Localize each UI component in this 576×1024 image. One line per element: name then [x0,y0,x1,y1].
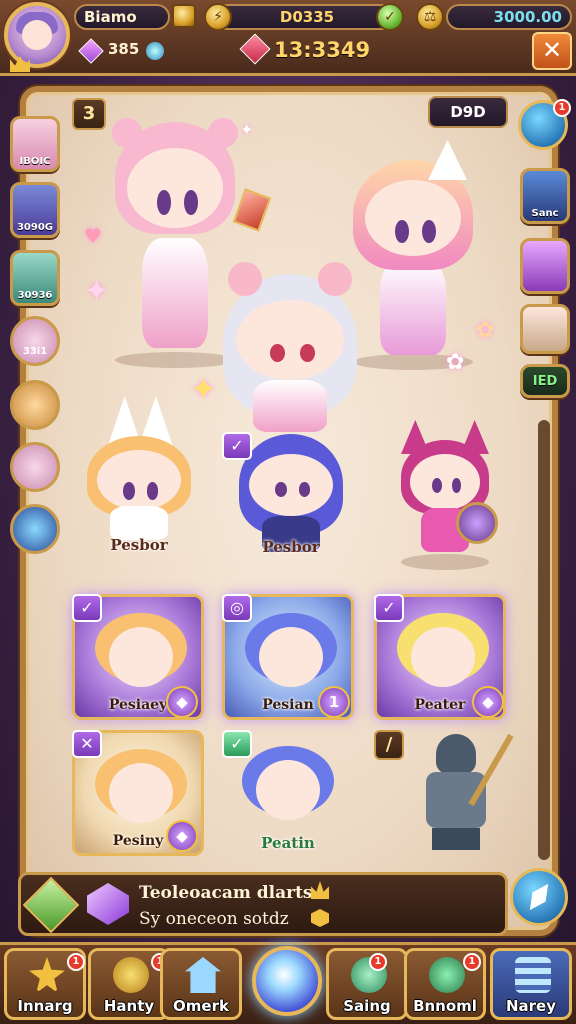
right-tab-ied-label: IED [532,374,558,389]
sparkle-icon: ✦ [84,274,110,309]
nav-narey[interactable]: Narey [490,948,572,1020]
player-avatar[interactable] [4,2,70,72]
star-icon [29,957,65,993]
character-name: Pesbor [262,538,320,556]
right-tab-3[interactable] [520,304,570,354]
crown-icon [10,56,30,72]
nav-label: Narey [505,997,557,1015]
nav-notif-badge: 1 [67,953,85,971]
card-rank-tag: ✓ [72,594,102,622]
nav-bnnoml[interactable]: 1 Bnnoml [404,948,486,1020]
card-rank-tag: ✕ [72,730,102,758]
nav-label: Innarg [17,997,73,1015]
nav-label: Saing [343,997,391,1015]
summon-orb-button[interactable] [252,946,322,1016]
side-tab-5[interactable] [10,380,60,430]
gold-amount: D0335 [279,8,335,26]
scale-icon[interactable]: ⚖ [416,3,444,31]
nav-hanty[interactable]: 1 Hanty [88,948,170,1020]
gold-counter: D0335 [214,4,400,30]
close-button[interactable]: ✕ [532,32,572,70]
chest-icon [172,4,196,28]
side-tab-2-label: 3090G [16,222,54,233]
player-name-plate: Biamo [74,4,170,30]
nav-label: Omerk [173,997,229,1015]
side-tab-4-label: 33i1 [22,346,48,357]
compass-button[interactable] [510,868,568,926]
nav-omerk[interactable]: Omerk [160,948,242,1020]
card-rank-tag: ◎ [222,594,252,622]
collection-counter: D9D [428,96,508,128]
shield-icon [456,502,498,544]
character-silver-hair[interactable] [206,252,374,432]
menu-icon [515,957,551,993]
map-icon [429,957,465,993]
add-gold-button[interactable]: ✓ [376,3,404,31]
nav-innarg[interactable]: 1 Innarg [4,948,86,1020]
nav-label: Hanty [103,997,155,1015]
lightning-coin-icon: ⚡ [204,3,232,31]
side-tab-1[interactable]: IBOIC [10,116,60,172]
sparkle-icon: ✿ [446,350,465,375]
side-tab-7[interactable] [10,504,60,554]
purple-crystal-icon [87,883,129,925]
right-tab-2[interactable] [520,238,570,294]
ruby-icon [239,33,271,65]
compass-icon [523,879,554,914]
card-rank-tag: / [374,730,404,760]
card-level-orb: ◆ [472,686,504,718]
info-line-2: Sy oneceon sotdz [139,909,289,929]
right-tab-ied[interactable]: IED [520,364,570,398]
gem-icon [78,38,104,64]
side-tab-6[interactable] [10,442,60,492]
mail-notif-badge: 1 [553,99,571,117]
nav-label: Bnnoml [413,997,477,1015]
coin-icon [113,957,149,993]
player-name: Biamo [84,8,137,26]
character-card-6-knight[interactable] [396,724,516,854]
side-tab-2[interactable]: 3090G [10,182,60,238]
gem-count: 385 [108,40,140,58]
side-tab-3[interactable]: 30936 [10,250,60,306]
scrollbar[interactable] [538,420,550,860]
side-tab-3-label: 30936 [17,290,53,301]
card-rank-tag: ✓ [222,730,252,758]
house-icon [185,957,221,993]
info-line-1: Teoleoacam dlarts [139,883,313,903]
info-bar: Teoleoacam dlarts Sy oneceon sotdz [18,872,508,936]
check-tag: ✓ [222,432,252,460]
crown-icon [311,881,329,899]
character-orange-bunny[interactable]: Pesbor [74,396,204,572]
sparkle-icon: ✦ [240,120,254,139]
mail-button[interactable]: 1 [518,99,571,150]
premium-counter: 3000.00 [446,4,572,30]
nav-saing[interactable]: 1 Saing [326,948,408,1020]
sparkle-icon: ✿ [476,318,495,343]
timer-text: 13:3349 [274,38,371,62]
sparkle-icon: ✦ [190,370,217,408]
right-tab-sanc-label: Sanc [531,208,559,219]
green-gem-icon [22,876,80,934]
top-bar: Biamo 385 D0335 ⚡ ✓ 13:3349 ⚖ 3000.00 ✕ [0,0,576,76]
card-rank-tag: ✓ [374,594,404,622]
card-level-orb: ◆ [166,820,198,852]
card-level-orb: ◆ [166,686,198,718]
spear-icon [468,733,514,807]
nav-notif-badge: 1 [369,953,387,971]
character-name: Pesbor [110,536,168,554]
character-magenta-cat[interactable] [390,420,500,570]
orb-icon [146,42,164,60]
heart-icon: ♥ [84,224,102,248]
card-level-orb: 1 [318,686,350,718]
card-name: Peatin [261,834,315,852]
side-tab-4[interactable]: 33i1 [10,316,60,366]
premium-amount: 3000.00 [493,8,562,26]
nav-notif-badge: 1 [463,953,481,971]
gold-hex-icon [311,909,329,927]
side-tab-1-label: IBOIC [19,156,51,167]
right-tab-sanc[interactable]: Sanc [520,168,570,224]
